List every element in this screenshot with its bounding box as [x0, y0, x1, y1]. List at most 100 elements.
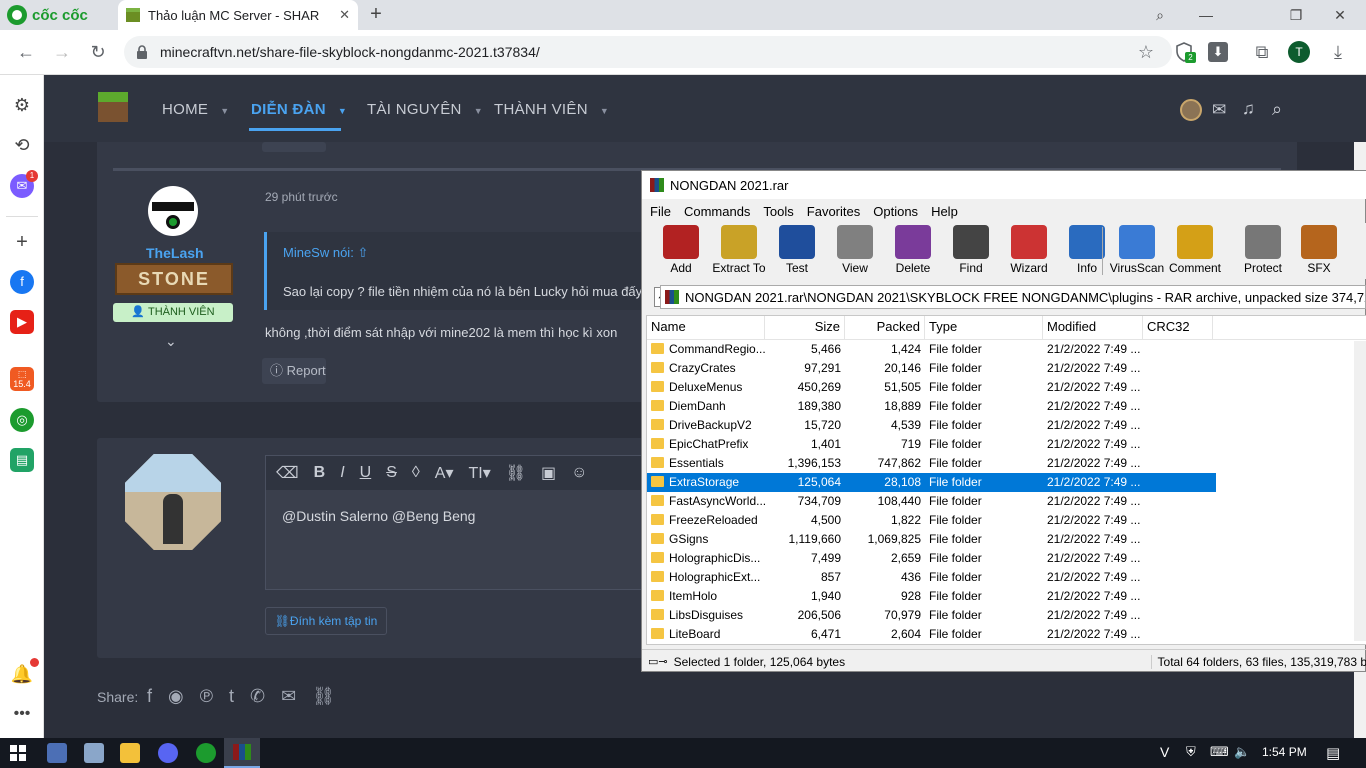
underline-icon[interactable]: U: [360, 464, 372, 482]
font-size-icon[interactable]: TI▾: [468, 463, 490, 483]
file-row[interactable]: FreezeReloaded 4,500 1,822 File folder 21/2/…: [647, 511, 1366, 530]
address-bar[interactable]: minecraftvn.net/share-file-skyblock-nong…: [124, 36, 1172, 68]
close-tab-icon[interactable]: ✕: [339, 7, 350, 23]
nav-resources[interactable]: TÀI NGUYÊN ▼: [367, 101, 483, 118]
back-button[interactable]: ←: [14, 40, 38, 64]
color-drop-icon[interactable]: ◊: [412, 464, 420, 482]
user-avatar[interactable]: [1180, 99, 1202, 121]
new-tab-button[interactable]: +: [366, 4, 386, 25]
menu-options[interactable]: Options: [873, 204, 918, 219]
font-color-icon[interactable]: A▾: [435, 463, 454, 483]
volume-icon[interactable]: 🔈: [1234, 744, 1250, 760]
close-window-button[interactable]: ✕: [1326, 4, 1354, 26]
top-report-button[interactable]: [262, 142, 326, 152]
whatsapp-share-icon[interactable]: ✆: [250, 686, 265, 707]
chevron-down-icon[interactable]: ⌄: [165, 333, 177, 350]
file-row[interactable]: HolographicExt... 857 436 File folder 21/2/2…: [647, 568, 1366, 587]
coccoc-logo[interactable]: cốc cốc: [6, 4, 88, 26]
file-explorer-icon[interactable]: [120, 743, 140, 763]
attach-file-button[interactable]: ⛓Đính kèm tập tin: [265, 607, 387, 635]
toolbar-protect-button[interactable]: Protect: [1234, 225, 1292, 279]
thelash-avatar[interactable]: [148, 186, 198, 236]
nav-forum[interactable]: DIỄN ĐÀN ▼: [251, 101, 347, 118]
coccoc-taskbar-icon[interactable]: [196, 743, 216, 763]
history-icon[interactable]: ⟲: [10, 133, 34, 157]
profile-avatar[interactable]: T: [1288, 41, 1310, 63]
settings-gear-icon[interactable]: ⚙: [10, 93, 34, 117]
action-center-icon[interactable]: ▤: [1326, 744, 1340, 762]
menu-tools[interactable]: Tools: [763, 204, 793, 219]
file-row[interactable]: LiteBoard 6,471 2,604 File folder 21/2/2022 …: [647, 625, 1366, 644]
youtube-icon[interactable]: ▶: [10, 310, 34, 334]
discord-icon[interactable]: [158, 743, 178, 763]
more-icon[interactable]: •••: [10, 702, 34, 726]
inbox-envelope-icon[interactable]: ✉: [1212, 100, 1226, 120]
link-share-icon[interactable]: ⛓: [312, 686, 335, 707]
minecraft-grass-logo[interactable]: [98, 92, 128, 122]
file-row[interactable]: LibsDisguises 206,506 70,979 File folder 21/…: [647, 606, 1366, 625]
start-windows-icon[interactable]: [10, 745, 26, 761]
menu-commands[interactable]: Commands: [684, 204, 750, 219]
download-extension-icon[interactable]: ⬇: [1208, 42, 1228, 62]
winrar-titlebar[interactable]: NONGDAN 2021.rar: [642, 171, 1366, 199]
col-packed[interactable]: Packed: [845, 316, 925, 340]
bold-icon[interactable]: B: [314, 464, 326, 482]
menu-help[interactable]: Help: [931, 204, 958, 219]
col-name[interactable]: Name: [647, 316, 765, 340]
restore-button[interactable]: ❐: [1282, 4, 1310, 26]
toolbar-virusscan-button[interactable]: VirusScan: [1108, 225, 1166, 279]
forward-button[interactable]: →: [50, 40, 74, 64]
extensions-puzzle-icon[interactable]: ⧉: [1250, 40, 1274, 64]
file-row[interactable]: EpicChatPrefix 1,401 719 File folder 21/2/20…: [647, 435, 1366, 454]
col-type[interactable]: Type: [925, 316, 1043, 340]
editor-content[interactable]: @Dustin Salerno @Beng Beng: [282, 508, 475, 524]
extension-shield-icon[interactable]: 2: [1174, 42, 1196, 63]
col-size[interactable]: Size: [765, 316, 845, 340]
strikethrough-icon[interactable]: S: [386, 464, 397, 482]
shopping-icon[interactable]: ⬚ 15.4: [10, 367, 34, 391]
menu-file[interactable]: File: [650, 204, 671, 219]
toolbar-find-button[interactable]: Find: [942, 225, 1000, 279]
browser-tab[interactable]: Thảo luận MC Server - SHAR ✕: [118, 0, 358, 30]
pinterest-share-icon[interactable]: ℗: [200, 686, 213, 707]
toolbar-delete-button[interactable]: Delete: [884, 225, 942, 279]
file-row[interactable]: CrazyCrates 97,291 20,146 File folder 21/2/2…: [647, 359, 1366, 378]
toolbar-view-button[interactable]: View: [826, 225, 884, 279]
network-icon[interactable]: ⌨: [1210, 744, 1229, 760]
emoji-icon[interactable]: ☺: [571, 464, 587, 482]
defender-shield-icon[interactable]: ⛨: [1186, 744, 1196, 760]
quote-author[interactable]: MineSw nói: ⇧: [283, 245, 368, 261]
toolbar-comment-button[interactable]: Comment: [1166, 225, 1224, 279]
bookmark-star-icon[interactable]: ☆: [1134, 40, 1158, 64]
file-row[interactable]: ExtraStorage 125,064 28,108 File folder 21/2…: [647, 473, 1216, 492]
link-icon[interactable]: ⛓: [506, 463, 526, 483]
report-button[interactable]: ⓘ Report: [262, 358, 326, 384]
col-crc32[interactable]: CRC32: [1143, 316, 1213, 340]
username[interactable]: TheLash: [146, 245, 204, 261]
italic-icon[interactable]: I: [340, 464, 344, 482]
search-tabs-icon[interactable]: ⌕: [1146, 4, 1174, 26]
network-app-icon[interactable]: [84, 743, 104, 763]
toolbar-extract-to-button[interactable]: Extract To: [710, 225, 768, 279]
facebook-icon[interactable]: f: [10, 270, 34, 294]
file-row[interactable]: DiemDanh 189,380 18,889 File folder 21/2/202…: [647, 397, 1366, 416]
menu-favorites[interactable]: Favorites: [807, 204, 860, 219]
add-sidebar-item-icon[interactable]: +: [10, 230, 34, 254]
email-share-icon[interactable]: ✉: [281, 686, 296, 707]
reddit-share-icon[interactable]: ◉: [168, 686, 184, 707]
file-row[interactable]: DeluxeMenus 450,269 51,505 File folder 21/2/…: [647, 378, 1366, 397]
list-scrollbar[interactable]: [1354, 341, 1366, 641]
facebook-share-icon[interactable]: f: [147, 686, 152, 707]
file-row[interactable]: FastAsyncWorld... 734,709 108,440 File fold…: [647, 492, 1366, 511]
toolbar-add-button[interactable]: Add: [652, 225, 710, 279]
toolbar-test-button[interactable]: Test: [768, 225, 826, 279]
toolbar-wizard-button[interactable]: Wizard: [1000, 225, 1058, 279]
file-row[interactable]: ItemHolo 1,940 928 File folder 21/2/2022 7:4…: [647, 587, 1366, 606]
archive-path-bar[interactable]: NONGDAN 2021.rar\NONGDAN 2021\SKYBLOCK F…: [660, 285, 1366, 309]
clock[interactable]: 1:54 PM: [1262, 745, 1307, 759]
file-row[interactable]: Essentials 1,396,153 747,862 File folder 21/…: [647, 454, 1366, 473]
col-modified[interactable]: Modified: [1043, 316, 1143, 340]
file-row[interactable]: DriveBackupV2 15,720 4,539 File folder 21/2/…: [647, 416, 1366, 435]
task-view-icon[interactable]: [47, 743, 67, 763]
v-tray-icon[interactable]: V: [1160, 744, 1169, 760]
